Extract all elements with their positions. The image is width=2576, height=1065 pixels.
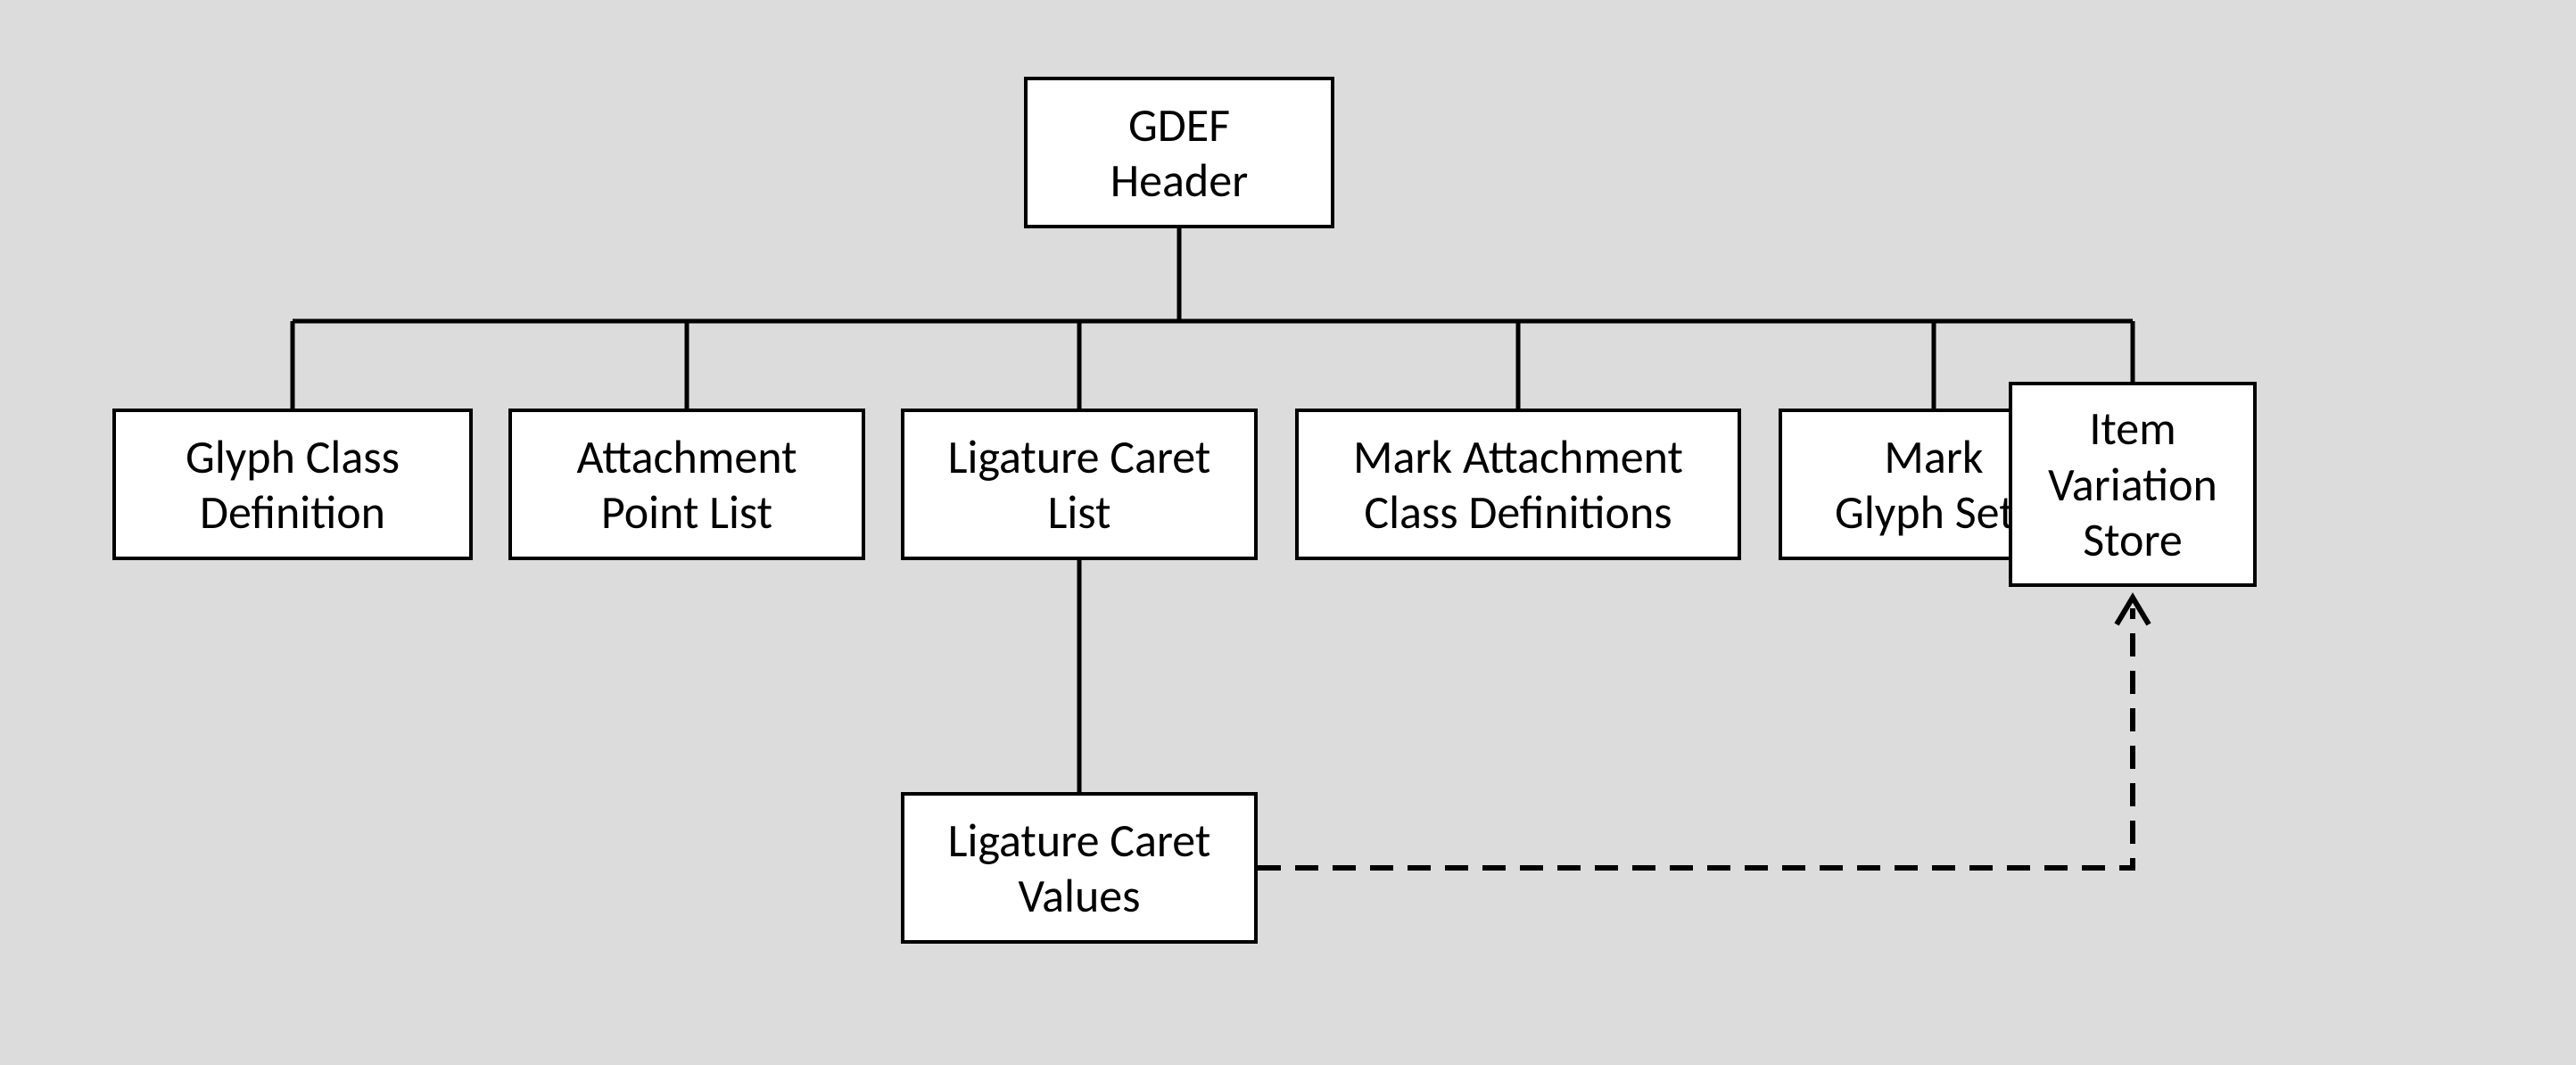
node-text: Glyph Class [186, 428, 400, 485]
node-text: Glyph Sets [1835, 483, 2033, 541]
node-text: Ligature Caret [948, 428, 1211, 485]
node-text: Variation [2048, 456, 2217, 513]
node-item-variation-store: Item Variation Store [2009, 382, 2257, 587]
node-text: GDEF [1128, 96, 1230, 153]
node-text: Header [1110, 152, 1249, 209]
node-text: Attachment [577, 428, 797, 485]
node-text: Values [1019, 867, 1141, 924]
node-text: Item [2089, 400, 2176, 457]
node-ligature-caret-values: Ligature Caret Values [901, 792, 1258, 944]
node-ligature-caret-list: Ligature Caret List [901, 409, 1258, 560]
node-text: Point List [601, 483, 772, 541]
node-gdef-header: GDEF Header [1024, 77, 1334, 228]
node-text: Definition [200, 483, 385, 541]
node-text: Store [2083, 511, 2183, 568]
node-mark-attachment-class-definitions: Mark Attachment Class Definitions [1295, 409, 1741, 560]
node-text: Class Definitions [1364, 483, 1672, 541]
node-text: List [1048, 483, 1111, 541]
diagram-canvas: GDEF Header Glyph Class Definition Attac… [0, 0, 2576, 1065]
node-text: Ligature Caret [948, 812, 1211, 869]
node-attachment-point-list: Attachment Point List [508, 409, 865, 560]
node-glyph-class-definition: Glyph Class Definition [112, 409, 473, 560]
node-text: Mark Attachment [1353, 428, 1683, 485]
node-text: Mark [1884, 428, 1983, 485]
